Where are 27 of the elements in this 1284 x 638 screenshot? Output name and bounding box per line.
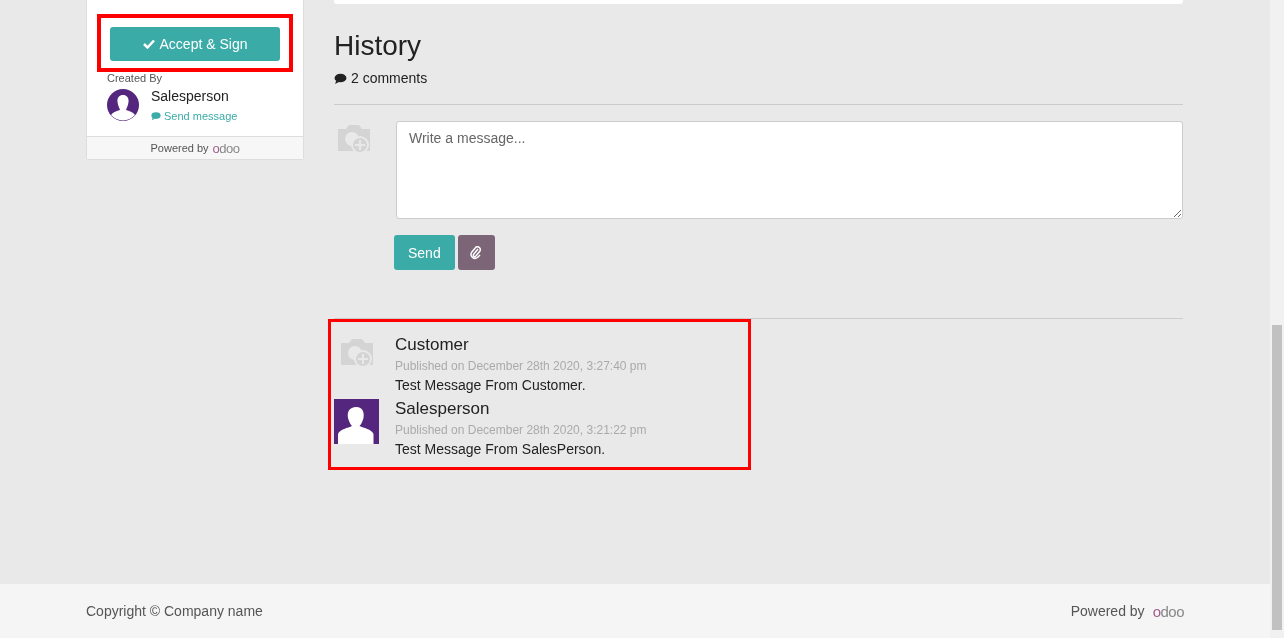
message-text: Test Message From Customer. — [395, 377, 587, 393]
odoo-logo: odoo — [1152, 602, 1184, 620]
history-title: History — [334, 30, 423, 62]
created-by-label: Created By — [107, 72, 164, 84]
paperclip-icon — [470, 245, 483, 260]
message-author: Salesperson — [395, 399, 491, 419]
message-date: Published on December 28th 2020, 3:27:40 pm — [395, 359, 647, 373]
message-date: Published on December 28th 2020, 3:21:22 pm — [395, 423, 647, 437]
scrollbar-thumb[interactable] — [1272, 325, 1282, 630]
message-input[interactable]: Write a message... — [396, 121, 1183, 219]
message-author: Customer — [395, 335, 470, 355]
comments-text: 2 comments — [351, 70, 428, 86]
chat-icon — [334, 71, 347, 85]
accept-sign-button[interactable]: Accept & Sign — [110, 27, 280, 61]
send-button[interactable]: Send — [394, 235, 455, 270]
user-avatar-icon — [107, 89, 139, 121]
odoo-logo: odoo — [212, 140, 240, 156]
powered-by-text: Powered by — [1070, 603, 1145, 619]
copyright-text: Copyright © Company name — [86, 603, 263, 619]
chat-icon — [151, 111, 161, 121]
powered-by-text: Powered by — [150, 142, 209, 154]
check-icon — [142, 39, 155, 49]
send-message-link[interactable]: Send message — [151, 110, 238, 122]
user-avatar-icon — [334, 399, 379, 444]
message-text: Test Message From SalesPerson. — [395, 441, 607, 457]
attach-button[interactable] — [457, 235, 495, 270]
salesperson-name: Salesperson — [151, 88, 230, 104]
